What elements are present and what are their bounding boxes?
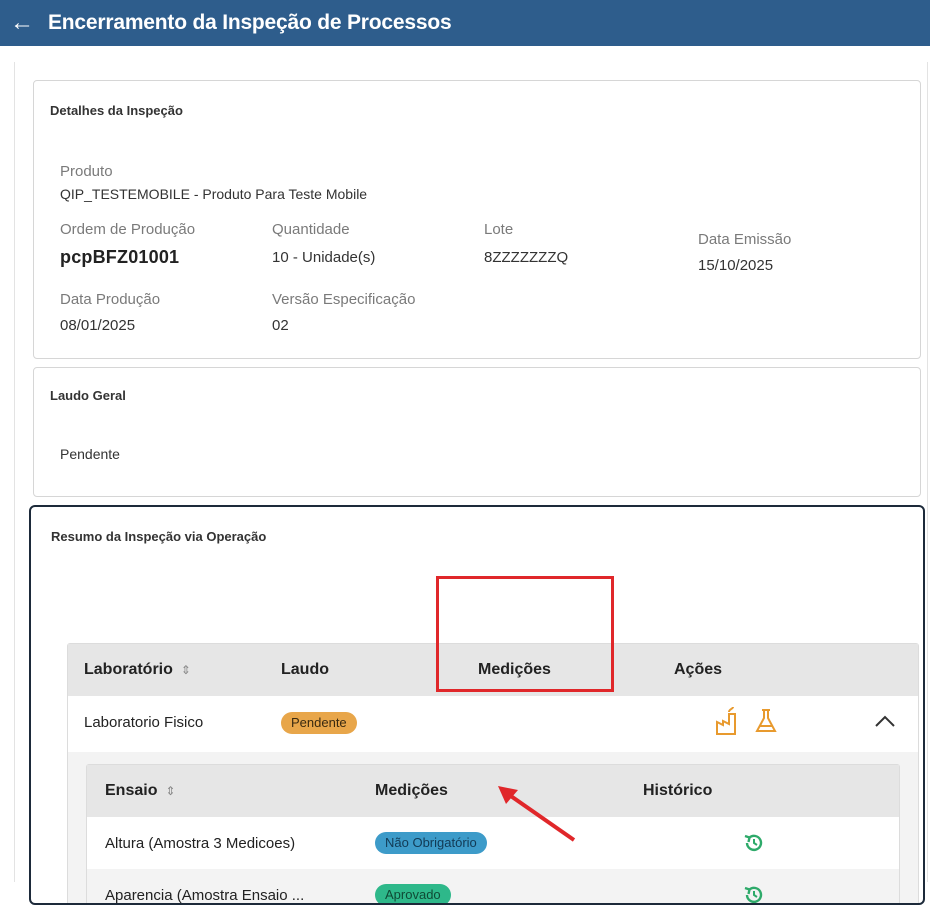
ordem-value: pcpBFZ01001 bbox=[60, 247, 180, 267]
versao-label: Versão Especificação bbox=[272, 291, 416, 308]
column-historico: Histórico bbox=[643, 782, 713, 799]
main-content: Detalhes da Inspeção Produto QIP_TESTEMO… bbox=[14, 62, 928, 905]
column-ensaio[interactable]: Ensaio ⇕ bbox=[105, 782, 176, 800]
app-header: ← Encerramento da Inspeção de Processos bbox=[0, 0, 930, 46]
emissao-label: Data Emissão bbox=[698, 231, 792, 248]
column-laboratorio[interactable]: Laboratório ⇕ bbox=[84, 661, 191, 679]
sort-icon[interactable]: ⇕ bbox=[181, 663, 191, 677]
producao-value: 08/01/2025 bbox=[60, 317, 136, 334]
producao-label: Data Produção bbox=[60, 291, 161, 308]
inspection-summary-card: Resumo da Inspeção via Operação Laborató… bbox=[29, 505, 925, 905]
laboratorio-cell: Laboratorio Fisico bbox=[84, 714, 204, 731]
ordem-label: Ordem de Produção bbox=[60, 221, 196, 238]
ensaio-cell: Aparencia (Amostra Ensaio ... bbox=[105, 887, 305, 904]
produto-label: Produto bbox=[60, 163, 113, 180]
ensaio-cell: Altura (Amostra 3 Medicoes) bbox=[105, 835, 296, 852]
page-title: Encerramento da Inspeção de Processos bbox=[48, 11, 452, 34]
emissao-value: 15/10/2025 bbox=[698, 257, 774, 274]
card-title: Laudo Geral bbox=[50, 388, 126, 403]
table-row[interactable]: Laboratorio Fisico Pendente bbox=[68, 696, 918, 752]
card-title: Resumo da Inspeção via Operação bbox=[51, 529, 267, 544]
inspection-details-card: Detalhes da Inspeção Produto QIP_TESTEMO… bbox=[33, 80, 921, 359]
versao-value: 02 bbox=[272, 317, 289, 334]
chevron-up-icon[interactable] bbox=[874, 714, 896, 728]
lote-label: Lote bbox=[484, 221, 514, 238]
status-badge: Aprovado bbox=[375, 884, 451, 903]
table-row[interactable]: Aparencia (Amostra Ensaio ... Aprovado bbox=[87, 869, 899, 905]
arrow-left-icon[interactable]: ← bbox=[10, 11, 38, 35]
history-icon[interactable] bbox=[743, 884, 765, 905]
laudo-status: Pendente bbox=[60, 446, 120, 462]
lote-value: 8ZZZZZZZQ bbox=[484, 249, 569, 266]
status-badge: Não Obrigatório bbox=[375, 832, 487, 854]
produto-value: QIP_TESTEMOBILE - Produto Para Teste Mob… bbox=[60, 186, 368, 202]
history-icon[interactable] bbox=[743, 832, 765, 854]
status-badge: Pendente bbox=[281, 712, 357, 734]
general-report-card: Laudo Geral Pendente bbox=[33, 367, 921, 497]
sort-icon[interactable]: ⇕ bbox=[165, 784, 175, 798]
factory-icon[interactable] bbox=[714, 706, 740, 736]
column-medicoes: Medições bbox=[375, 782, 448, 799]
quantidade-value: 10 - Unidade(s) bbox=[272, 249, 376, 266]
column-laudo: Laudo bbox=[281, 661, 329, 678]
quantidade-label: Quantidade bbox=[272, 221, 350, 238]
annotation-arrow-icon bbox=[498, 786, 576, 842]
annotation-highlight-box bbox=[436, 576, 614, 692]
card-title: Detalhes da Inspeção bbox=[50, 103, 183, 118]
lab-flask-icon[interactable] bbox=[754, 708, 778, 734]
column-acoes: Ações bbox=[674, 661, 723, 678]
